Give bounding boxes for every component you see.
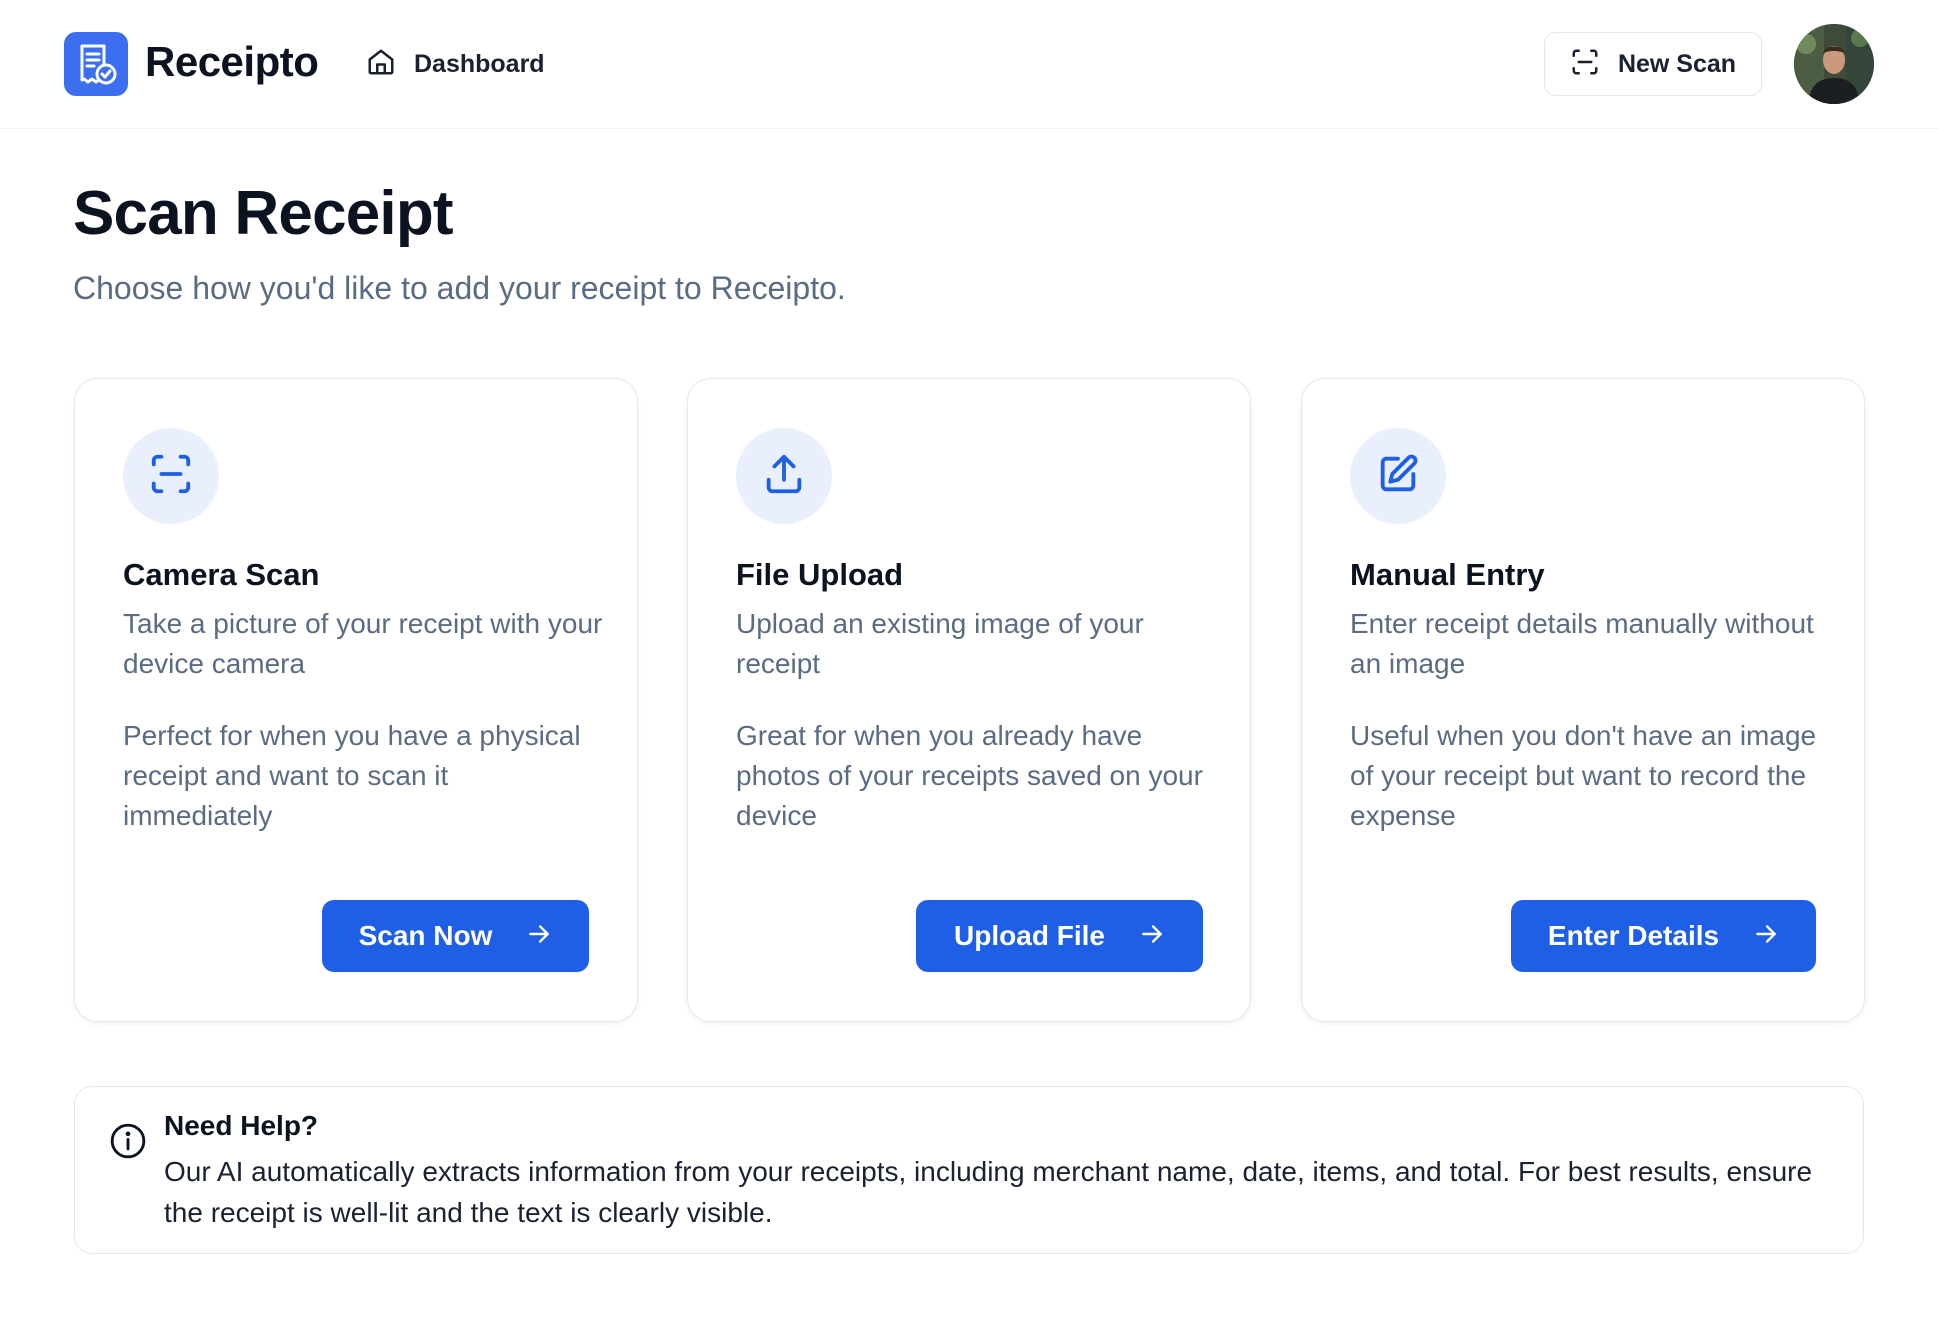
edit-icon <box>1375 451 1421 502</box>
help-title: Need Help? <box>164 1110 319 1141</box>
receipt-logo-icon[interactable] <box>64 32 128 96</box>
card-detail: Perfect for when you have a physical rec… <box>123 720 581 831</box>
card-description: Upload an existing image of your receipt <box>736 608 1144 679</box>
manual-entry-card: Manual Entry Enter receipt details manua… <box>1301 378 1865 1022</box>
card-detail: Great for when you already have photos o… <box>736 720 1203 831</box>
card-description: Enter receipt details manually without a… <box>1350 608 1814 679</box>
home-icon <box>366 47 396 82</box>
camera-scan-card: Camera Scan Take a picture of your recei… <box>74 378 638 1022</box>
user-avatar[interactable] <box>1794 24 1874 104</box>
card-title: File Upload <box>736 557 904 592</box>
new-scan-label: New Scan <box>1617 49 1737 78</box>
upload-file-button[interactable]: Upload File <box>916 900 1203 972</box>
arrow-right-icon <box>1139 921 1165 952</box>
card-title: Camera Scan <box>123 557 320 592</box>
help-text: Our AI automatically extracts informatio… <box>164 1156 1813 1228</box>
enter-details-button[interactable]: Enter Details <box>1511 900 1816 972</box>
camera-scan-icon-circle <box>123 428 219 524</box>
scan-frame-icon <box>1570 47 1600 82</box>
nav-dashboard-label: Dashboard <box>414 49 545 78</box>
file-upload-icon-circle <box>736 428 832 524</box>
top-header: Receipto Dashboard New Scan <box>0 0 1938 129</box>
nav-dashboard-link[interactable]: Dashboard <box>366 46 545 82</box>
new-scan-button[interactable]: New Scan <box>1544 32 1762 96</box>
scan-now-label: Scan Now <box>358 920 493 951</box>
scan-now-button[interactable]: Scan Now <box>322 900 589 972</box>
card-title: Manual Entry <box>1350 557 1545 592</box>
scan-frame-icon <box>148 451 194 502</box>
arrow-right-icon <box>1753 921 1779 952</box>
page-title: Scan Receipt <box>73 179 454 248</box>
help-panel: Need Help? Our AI automatically extracts… <box>74 1086 1864 1254</box>
manual-entry-icon-circle <box>1350 428 1446 524</box>
card-description: Take a picture of your receipt with your… <box>123 608 603 679</box>
page-subtitle: Choose how you'd like to add your receip… <box>73 270 846 306</box>
upload-icon <box>761 451 807 502</box>
card-detail: Useful when you don't have an image of y… <box>1350 720 1817 831</box>
file-upload-card: File Upload Upload an existing image of … <box>687 378 1251 1022</box>
upload-file-label: Upload File <box>954 920 1105 951</box>
enter-details-label: Enter Details <box>1547 920 1720 951</box>
app-name[interactable]: Receipto <box>145 38 319 86</box>
info-icon <box>109 1122 147 1165</box>
arrow-right-icon <box>526 921 552 952</box>
